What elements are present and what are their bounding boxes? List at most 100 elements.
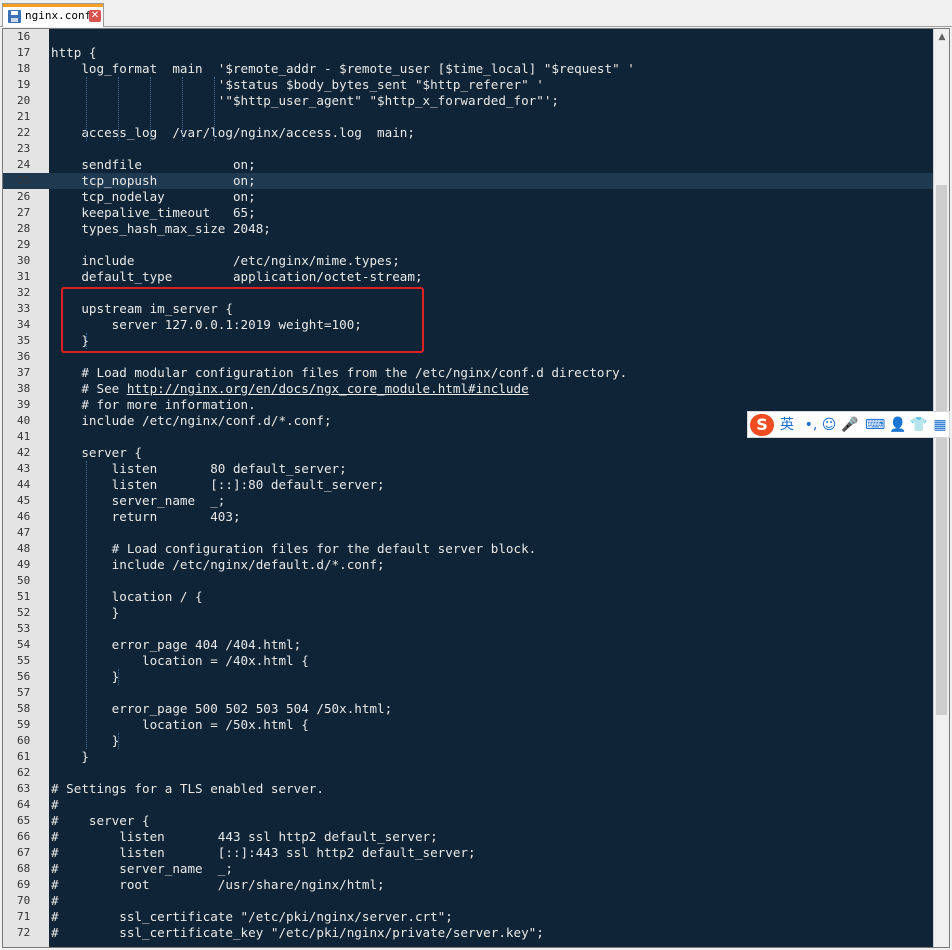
code-line[interactable]: 29 [3,237,933,253]
scroll-thumb[interactable] [936,185,947,715]
code-text: keepalive_timeout 65; [51,205,256,220]
code-line[interactable]: 23 [3,141,933,157]
code-text: location / { [51,589,203,604]
code-line[interactable]: 54 error_page 404 /404.html; [3,637,933,653]
code-line[interactable]: 16 [3,29,933,45]
ime-toolbar[interactable]: S 英 •, ☺ 🎤 ⌨ 👤 👕 ▦ [747,411,950,438]
line-number: 17 [17,46,31,59]
line-number: 43 [17,462,31,475]
ime-user-icon[interactable]: 👤 [889,415,907,435]
close-icon[interactable]: ✕ [89,10,101,22]
line-text: access_log /var/log/nginx/access.log mai… [51,125,415,141]
line-text: # Load configuration files for the defau… [51,541,537,557]
line-number: 70 [17,894,31,907]
code-line[interactable]: 19 '$status $body_bytes_sent "$http_refe… [3,77,933,93]
code-line[interactable]: 69 # root /usr/share/nginx/html; [3,877,933,893]
code-text: types_hash_max_size 2048; [51,221,271,236]
code-line[interactable]: 46 return 403; [3,509,933,525]
code-line[interactable]: 68 # server_name _; [3,861,933,877]
code-text: error_page 500 502 503 504 /50x.html; [51,701,393,716]
line-text: # server { [51,813,150,829]
tab-active-indicator [3,4,103,7]
code-text: # listen [::]:443 ssl http2 default_serv… [51,845,476,860]
line-text: # for more information. [51,397,255,413]
indent-guide [118,669,119,685]
line-number: 29 [17,238,31,251]
line-text: server_name _; [51,493,226,509]
code-line[interactable]: 60 } [3,733,933,749]
code-line[interactable]: 26 tcp_nodelay on; [3,189,933,205]
code-line[interactable]: 43 listen 80 default_server; [3,461,933,477]
code-line[interactable]: 52 } [3,605,933,621]
code-line[interactable]: 59 location = /50x.html { [3,717,933,733]
ime-punct-icon[interactable]: •, [802,415,820,435]
code-link[interactable]: http://nginx.org/en/docs/ngx_core_module… [127,381,529,396]
code-line[interactable]: 55 location = /40x.html { [3,653,933,669]
line-number: 64 [17,798,31,811]
code-line[interactable]: 37 # Load modular configuration files fr… [3,365,933,381]
ime-keyboard-icon[interactable]: ⌨ [865,415,885,435]
code-line[interactable]: 44 listen [::]:80 default_server; [3,477,933,493]
code-line[interactable]: 56 } [3,669,933,685]
code-line[interactable]: 30 include /etc/nginx/mime.types; [3,253,933,269]
code-line[interactable]: 64 # [3,797,933,813]
code-line[interactable]: 57 [3,685,933,701]
line-number: 42 [17,446,31,459]
code-text: server { [51,445,142,460]
ime-emoji-icon[interactable]: ☺ [820,415,838,435]
code-line[interactable]: 49 include /etc/nginx/default.d/*.conf; [3,557,933,573]
code-line[interactable]: 51 location / { [3,589,933,605]
code-line[interactable]: 71 # ssl_certificate "/etc/pki/nginx/serv… [3,909,933,925]
code-text: # [51,797,59,812]
tab-nginx-conf[interactable]: nginx.conf ✕ [2,3,104,27]
code-line[interactable]: 67 # listen [::]:443 ssl http2 default_se… [3,845,933,861]
code-text: error_page 404 /404.html; [51,637,302,652]
line-number: 37 [17,366,31,379]
code-line[interactable]: 27 keepalive_timeout 65; [3,205,933,221]
code-editor[interactable]: 16 17 http {18 log_format main '$remote_ad… [2,28,950,948]
code-line[interactable]: 62 [3,765,933,781]
code-line[interactable]: 45 server_name _; [3,493,933,509]
code-line[interactable]: 65 # server { [3,813,933,829]
code-line[interactable]: 31 default_type application/octet-stream… [3,269,933,285]
code-text: # Settings for a TLS enabled server. [51,781,324,796]
code-line[interactable]: 66 # listen 443 ssl http2 default_server; [3,829,933,845]
code-line[interactable]: 50 [3,573,933,589]
line-text: error_page 404 /404.html; [51,637,302,653]
line-number: 23 [17,142,31,155]
code-line[interactable]: 20 '"$http_user_agent" "$http_x_forwarde… [3,93,933,109]
line-number: 32 [17,286,31,299]
vertical-scrollbar[interactable]: ▲ [933,29,949,947]
code-line[interactable]: 38 # See http://nginx.org/en/docs/ngx_co… [3,381,933,397]
line-number: 63 [17,782,31,795]
code-line[interactable]: 70 # [3,893,933,909]
code-line[interactable]: 28 types_hash_max_size 2048; [3,221,933,237]
code-line[interactable]: 47 [3,525,933,541]
line-text: location = /50x.html { [51,717,309,733]
code-line[interactable]: 58 error_page 500 502 503 504 /50x.html; [3,701,933,717]
ime-voice-icon[interactable]: 🎤 [841,415,859,435]
code-line[interactable]: 72 # ssl_certificate_key "/etc/pki/nginx/… [3,925,933,941]
code-line[interactable]: 48 # Load configuration files for the de… [3,541,933,557]
code-line[interactable]: 21 [3,109,933,125]
code-text: listen 80 default_server; [51,461,347,476]
ime-skin-icon[interactable]: 👕 [910,415,928,435]
scroll-up-arrow-icon[interactable]: ▲ [934,29,949,45]
code-line[interactable]: 22 access_log /var/log/nginx/access.log … [3,125,933,141]
code-line[interactable]: 63 # Settings for a TLS enabled server. [3,781,933,797]
code-line[interactable]: 18 log_format main '$remote_addr - $remo… [3,61,933,77]
code-line[interactable]: 53 [3,621,933,637]
code-line[interactable]: 17 http { [3,45,933,61]
code-line[interactable]: 61 } [3,749,933,765]
code-line[interactable]: 24 sendfile on; [3,157,933,173]
code-line[interactable]: 42 server { [3,445,933,461]
code-text: tcp_nopush on; [51,173,256,188]
ime-toolbox-icon[interactable]: ▦ [931,415,949,435]
code-area[interactable]: 16 17 http {18 log_format main '$remote_ad… [3,29,933,941]
ime-lang-toggle[interactable]: 英 [778,415,796,435]
line-text: default_type application/octet-stream; [51,269,422,285]
code-text: sendfile on; [51,157,256,172]
code-line[interactable]: 25 tcp_nopush on; [3,173,933,189]
sogou-logo-icon[interactable]: S [750,414,774,436]
code-text: # listen 443 ssl http2 default_server; [51,829,438,844]
